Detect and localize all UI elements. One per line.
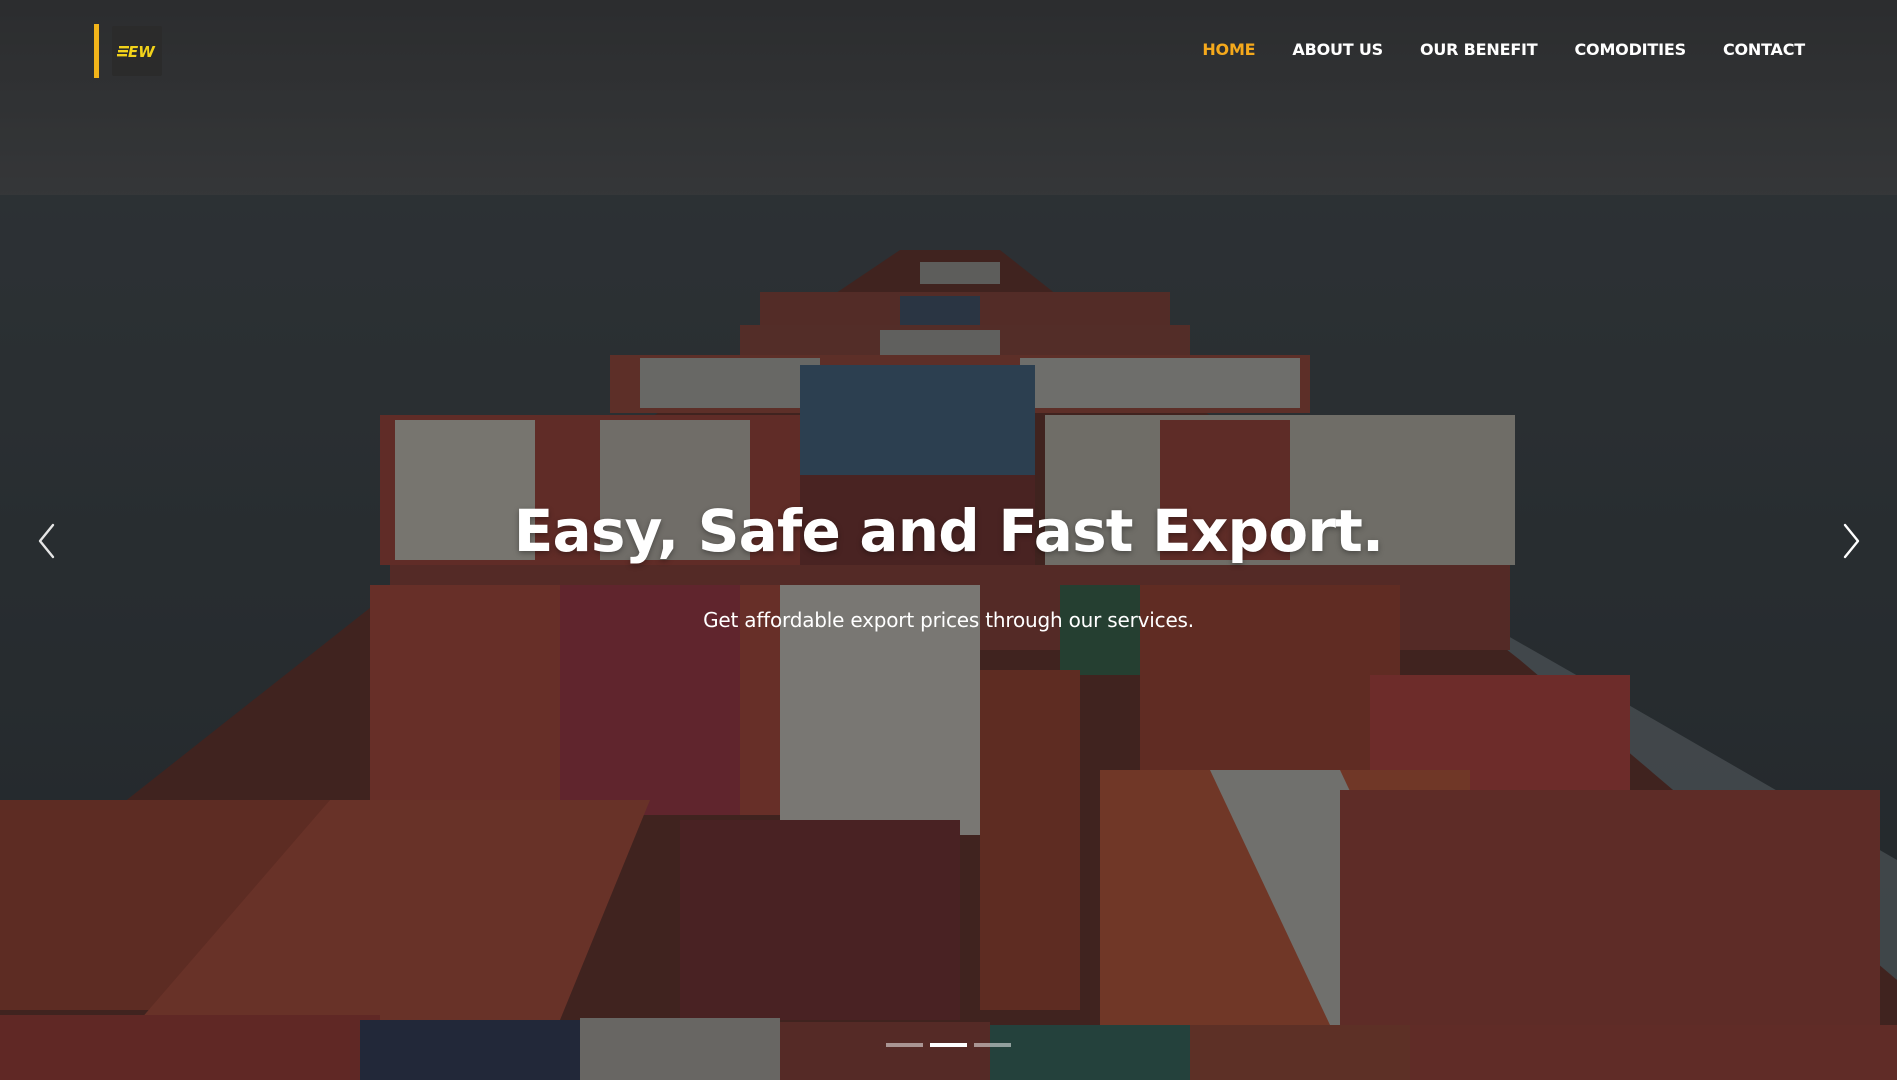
carousel-next-button[interactable]: [1834, 520, 1868, 562]
nav-our-benefit[interactable]: OUR BENEFIT: [1420, 38, 1538, 62]
nav-comodities[interactable]: COMODITIES: [1575, 38, 1687, 62]
chevron-left-icon: [38, 523, 55, 559]
brand-logo-link[interactable]: EW: [94, 23, 162, 78]
nav-about-us[interactable]: ABOUT US: [1292, 38, 1383, 62]
carousel-indicator-2[interactable]: [930, 1043, 967, 1047]
hero-title: Easy, Safe and Fast Export.: [513, 497, 1384, 565]
carousel-indicator-3[interactable]: [974, 1043, 1011, 1047]
ew-logo-icon: EW: [117, 43, 156, 61]
svg-text:EW: EW: [128, 43, 156, 61]
hero-subtitle: Get affordable export prices through our…: [703, 608, 1194, 632]
brand-accent-bar: [94, 23, 99, 78]
carousel-indicator-1[interactable]: [886, 1043, 923, 1047]
nav-contact[interactable]: CONTACT: [1723, 38, 1805, 62]
carousel-prev-button[interactable]: [30, 520, 64, 562]
carousel-indicators: [886, 1043, 1011, 1047]
brand-logo: EW: [112, 25, 162, 76]
chevron-right-icon: [1843, 523, 1860, 559]
nav-home[interactable]: HOME: [1202, 38, 1255, 62]
main-nav: HOME ABOUT US OUR BENEFIT COMODITIES CON…: [1165, 38, 1805, 62]
